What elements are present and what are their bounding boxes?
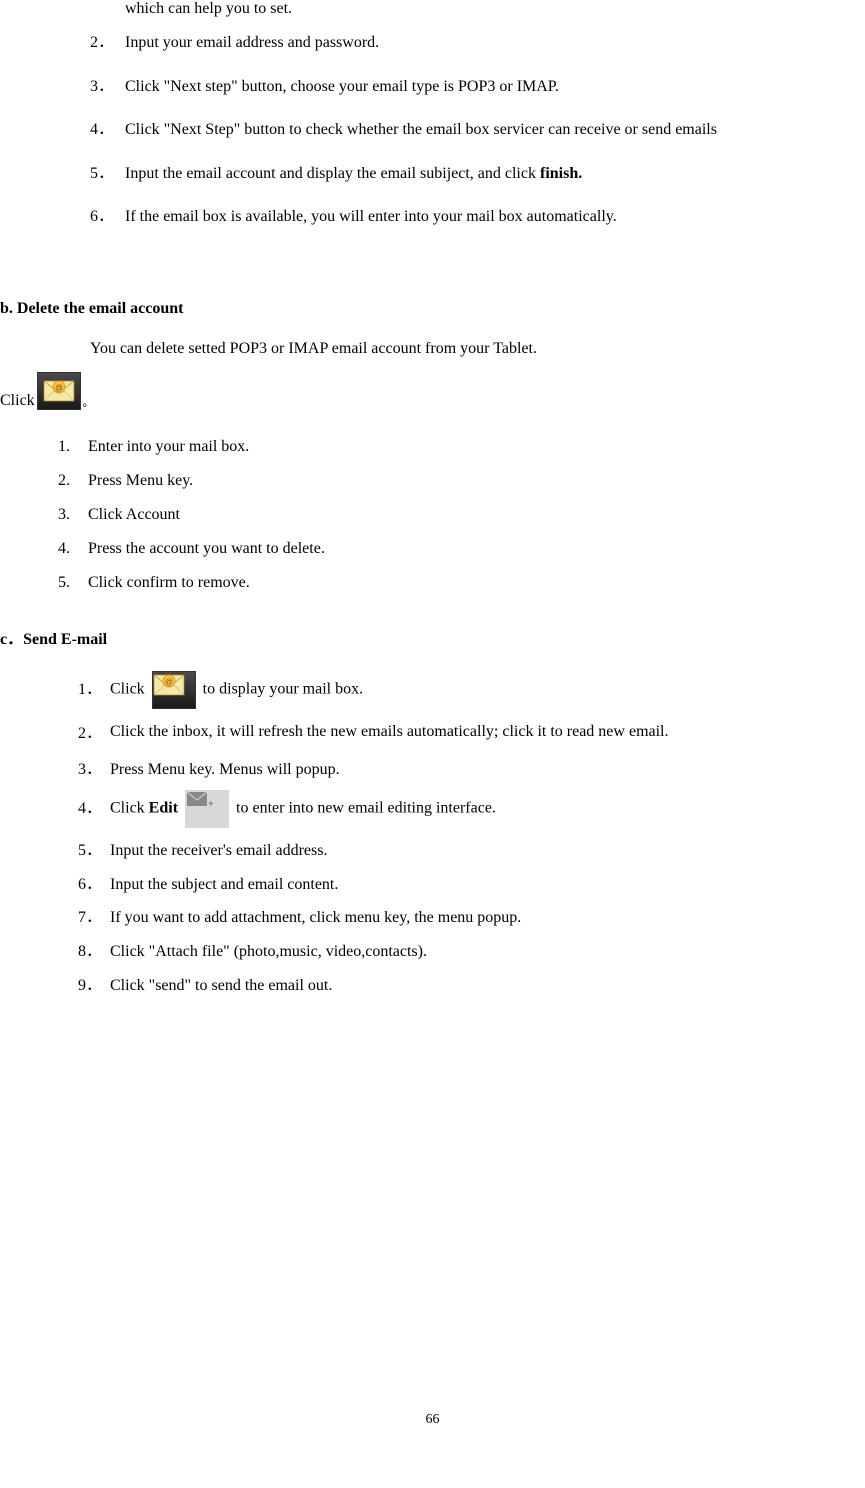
list-item: 2． Input your email address and password… — [90, 30, 865, 56]
list-item: 5． Input the receiver's email address. — [78, 838, 865, 864]
mail-app-icon: @ — [152, 671, 196, 709]
compose-icon: + — [185, 790, 229, 828]
svg-text:@: @ — [165, 677, 173, 686]
section-b-title: b. Delete the email account — [0, 300, 865, 318]
list-item: 5. Click confirm to remove. — [58, 571, 865, 595]
step-text: Press Menu key. — [88, 469, 193, 493]
list-item: 3. Click Account — [58, 503, 865, 527]
step-number: 7． — [78, 905, 110, 931]
mail-app-icon: @ — [37, 372, 81, 410]
list-item: 8． Click "Attach file" (photo,music, vid… — [78, 939, 865, 965]
step-text: Click confirm to remove. — [88, 571, 250, 595]
list-item: 2． Click the inbox, it will refresh the … — [78, 719, 865, 747]
step-number: 6． — [78, 872, 110, 898]
step-number: 2. — [58, 469, 88, 493]
step-text: Click Account — [88, 503, 180, 527]
list-item: 6． Input the subject and email content. — [78, 872, 865, 898]
step-text: Click @ to display your mail box. — [110, 671, 865, 709]
step-number: 3． — [78, 757, 110, 783]
step-number: 1． — [78, 677, 110, 703]
step-number: 2． — [78, 719, 110, 747]
list-item: 3． Press Menu key. Menus will popup. — [78, 757, 865, 783]
page-number: 66 — [0, 1412, 865, 1428]
bold-text: finish. — [540, 165, 582, 182]
step-number: 2． — [90, 30, 125, 56]
step-number: 5． — [78, 838, 110, 864]
list-item: 4． Click "Next Step" button to check whe… — [90, 117, 865, 143]
step-text: Input the email account and display the … — [125, 161, 865, 187]
step-text: Input your email address and password. — [125, 30, 865, 56]
steps-c-list: 1． Click @ to display your mail box. — [78, 671, 865, 998]
step-number: 3. — [58, 503, 88, 527]
step-number: 6． — [90, 204, 125, 230]
click-instruction: Click @ 。 — [0, 372, 865, 410]
list-item: 6． If the email box is available, you wi… — [90, 204, 865, 230]
click-label: Click — [0, 392, 35, 410]
period-char: 。 — [83, 394, 94, 410]
bold-text: Edit — [149, 800, 178, 817]
list-item: 1． Click @ to display your mail box. — [78, 671, 865, 709]
fragment-text: which can help you to set. — [125, 0, 865, 18]
svg-text:+: + — [208, 799, 213, 810]
step-number: 4． — [90, 117, 125, 143]
step-text: Click Edit + to enter into new email edi… — [110, 790, 865, 828]
list-item: 4． Click Edit + to enter into new email … — [78, 790, 865, 828]
step-text: Enter into your mail box. — [88, 435, 249, 459]
step-text: If you want to add attachment, click men… — [110, 905, 865, 931]
list-item: 1. Enter into your mail box. — [58, 435, 865, 459]
list-item: 3． Click "Next step" button, choose your… — [90, 74, 865, 100]
step-text: Click the inbox, it will refresh the new… — [110, 719, 865, 745]
steps-b-list: 1. Enter into your mail box. 2. Press Me… — [58, 435, 865, 595]
list-item: 7． If you want to add attachment, click … — [78, 905, 865, 931]
step-number: 5. — [58, 571, 88, 595]
list-item: 5． Input the email account and display t… — [90, 161, 865, 187]
section-c-title: c．Send E-mail — [0, 625, 865, 649]
step-text: If the email box is available, you will … — [125, 204, 865, 230]
step-number: 5． — [90, 161, 125, 187]
list-item: 2. Press Menu key. — [58, 469, 865, 493]
steps-a-list: 2． Input your email address and password… — [90, 30, 865, 230]
step-text: Input the receiver's email address. — [110, 838, 865, 864]
step-number: 1. — [58, 435, 88, 459]
step-text: Click "Next Step" button to check whethe… — [125, 117, 865, 143]
step-text: Press Menu key. Menus will popup. — [110, 757, 865, 783]
list-item: 9． Click "send" to send the email out. — [78, 973, 865, 999]
step-text: Click "Attach file" (photo,music, video,… — [110, 939, 865, 965]
step-text: Input the subject and email content. — [110, 872, 865, 898]
step-number: 3． — [90, 74, 125, 100]
step-text: Click "send" to send the email out. — [110, 973, 865, 999]
step-number: 9． — [78, 973, 110, 999]
step-number: 4. — [58, 537, 88, 561]
step-text: Press the account you want to delete. — [88, 537, 325, 561]
step-number: 8． — [78, 939, 110, 965]
step-text: Click "Next step" button, choose your em… — [125, 74, 865, 100]
section-b-paragraph: You can delete setted POP3 or IMAP email… — [90, 340, 865, 358]
svg-text:@: @ — [55, 383, 63, 392]
step-number: 4． — [78, 796, 110, 822]
list-item: 4. Press the account you want to delete. — [58, 537, 865, 561]
